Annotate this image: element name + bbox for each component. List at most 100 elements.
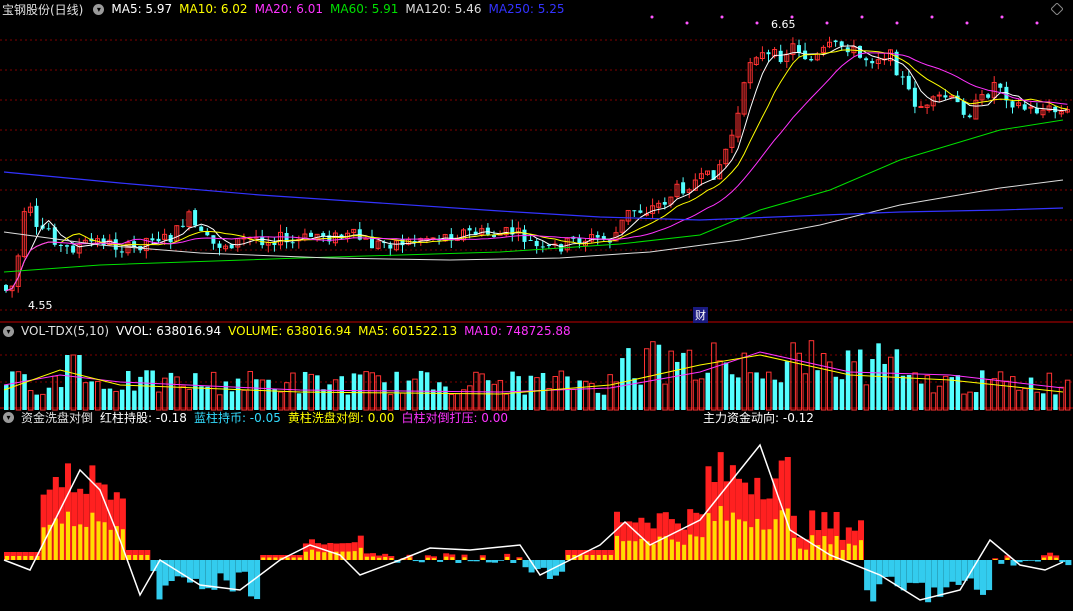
volume-bar: [95, 380, 101, 411]
volume-bar: [10, 371, 15, 410]
volume-value: MA10: 748725.88: [464, 324, 571, 338]
volume-bar: [790, 342, 796, 411]
chevron-down-icon[interactable]: ▾: [93, 3, 105, 15]
candle-down: [943, 95, 948, 98]
volume-bar: [162, 377, 168, 411]
volume-bar: [858, 349, 863, 410]
flow-bar-blue: [894, 560, 901, 587]
flow-bar-yellow: [584, 555, 589, 560]
volume-bar: [802, 373, 809, 411]
flow-bar-yellow: [639, 538, 644, 560]
candle-down: [199, 226, 204, 231]
volume-bar: [900, 375, 906, 410]
flow-bar-blue: [1028, 560, 1035, 561]
flow-bar-blue: [193, 560, 200, 579]
volume-bar: [119, 389, 125, 410]
volume-bar: [736, 377, 741, 410]
flow-bar-yellow: [352, 551, 357, 560]
candle-down: [900, 76, 905, 78]
candle-down: [46, 228, 51, 230]
flow-bar-blue: [168, 560, 175, 582]
top-dot: [825, 21, 829, 25]
flow-bar-yellow: [840, 549, 845, 560]
flow-bar-yellow: [779, 510, 784, 560]
flow-bar-blue: [467, 560, 474, 562]
flow-bar-blue: [498, 560, 505, 561]
flow-bar-yellow: [773, 519, 778, 560]
flow-bar-yellow: [358, 547, 363, 560]
volume-bar: [766, 371, 772, 411]
volume-bar: [467, 385, 473, 411]
main-legend: 宝钢股份(日线) ▾ MA5: 5.97 MA10: 6.02 MA20: 6.01…: [0, 0, 572, 18]
volume-bar: [431, 389, 436, 410]
volume-bar: [284, 382, 290, 411]
candle-down: [534, 240, 539, 247]
candle-down: [528, 239, 533, 241]
flow-bar-yellow: [5, 556, 9, 560]
top-dot: [860, 15, 864, 19]
flow-bar-yellow: [425, 557, 430, 560]
flow-bar-yellow: [651, 544, 656, 560]
flow-bar-blue: [211, 560, 218, 590]
top-dot: [930, 15, 934, 19]
candle-down: [839, 41, 844, 46]
volume-bar: [607, 374, 613, 411]
event-marker[interactable]: 财: [693, 307, 708, 323]
candle-down: [864, 58, 869, 61]
volume-bar: [186, 388, 192, 411]
flow-bar-yellow: [694, 536, 699, 560]
volume-bar: [473, 371, 479, 411]
flow-bar-blue: [919, 560, 925, 583]
volume-bar: [332, 379, 339, 411]
candle-down: [156, 238, 161, 242]
flow-bar-yellow: [505, 556, 510, 560]
volume-bar: [437, 382, 442, 410]
diamond-icon[interactable]: [1051, 3, 1063, 15]
ma250-line: [3, 171, 1064, 221]
volume-bar: [888, 356, 894, 411]
volume-bar: [351, 373, 357, 410]
volume-bar: [863, 384, 870, 411]
flow-bar-blue: [150, 560, 157, 572]
flow-bar-blue: [473, 560, 480, 562]
candle-down: [1022, 104, 1027, 110]
volume-bar: [626, 348, 631, 410]
flow-bar-yellow: [346, 551, 351, 560]
candle-down: [961, 101, 966, 115]
flow-bar-yellow: [608, 555, 613, 560]
volume-bar: [729, 374, 735, 410]
candle-down: [467, 228, 472, 231]
ma-list: MA5: 5.97 MA10: 6.02 MA20: 6.01 MA60: 5.91 M…: [111, 2, 571, 16]
candle-down: [205, 231, 210, 236]
volume-bar: [339, 376, 344, 410]
volume-bar: [150, 370, 155, 410]
flow-bar-yellow: [615, 535, 619, 560]
volume-bar: [126, 370, 131, 410]
flow-bar-blue: [412, 560, 419, 562]
chart-canvas[interactable]: [0, 0, 1073, 611]
volume-bar: [595, 392, 601, 410]
flow-bar-yellow: [828, 544, 833, 560]
volume-bar: [980, 370, 985, 410]
volume-bar: [443, 386, 448, 410]
flow-bar-yellow: [23, 556, 28, 560]
flow-bar-blue: [986, 560, 993, 591]
volume-bar: [924, 375, 931, 411]
flow-bar-yellow: [389, 558, 394, 560]
flow-bar-blue: [235, 560, 242, 573]
volume-bar: [815, 370, 820, 410]
flow-bar-yellow: [602, 555, 607, 560]
volume-bar: [845, 350, 851, 410]
flow-bar-yellow: [273, 557, 278, 560]
flow-bar-yellow: [791, 537, 796, 560]
volume-bar: [583, 380, 589, 411]
candle-down: [595, 235, 600, 238]
volume-items: VVOL: 638016.94 VOLUME: 638016.94 MA5: 601…: [116, 324, 578, 338]
flow-bar-blue: [1034, 560, 1041, 562]
volume-bar: [65, 355, 70, 410]
chevron-down-icon[interactable]: ▾: [3, 411, 14, 423]
volume-bar: [369, 372, 375, 411]
candle-down: [217, 243, 222, 248]
flow-bar-yellow: [480, 557, 485, 560]
chevron-down-icon[interactable]: ▾: [3, 325, 14, 337]
